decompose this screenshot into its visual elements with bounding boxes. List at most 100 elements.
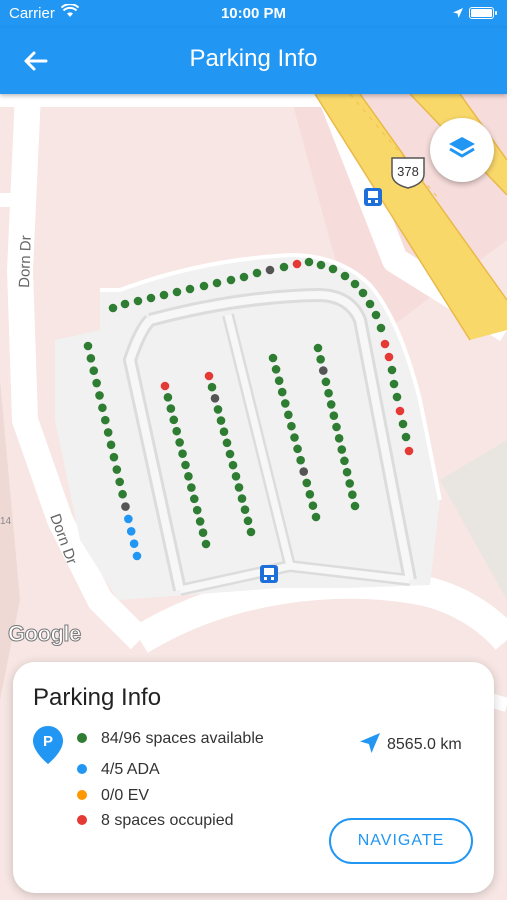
parking-spot xyxy=(129,539,139,548)
parking-spot xyxy=(392,392,402,402)
parking-spot xyxy=(280,399,290,408)
navigate-button[interactable]: NAVIGATE xyxy=(329,818,473,864)
parking-spot xyxy=(332,422,341,432)
parking-spot xyxy=(83,341,93,351)
parking-spot xyxy=(231,471,241,481)
parking-spot xyxy=(329,411,339,421)
parking-spot xyxy=(316,260,326,270)
parking-spot xyxy=(195,517,205,526)
parking-spot xyxy=(210,393,220,403)
parking-spot xyxy=(398,419,408,429)
parking-spot xyxy=(219,427,229,437)
parking-spot xyxy=(133,296,143,306)
parking-spot xyxy=(146,293,156,303)
parking-spot xyxy=(112,465,122,474)
parking-spot xyxy=(389,379,399,389)
parking-spot xyxy=(109,452,119,462)
parking-spot xyxy=(380,339,390,349)
parking-spot xyxy=(126,526,136,536)
parking-spot xyxy=(302,478,312,488)
parking-spot xyxy=(216,416,226,425)
parking-spot xyxy=(365,299,375,309)
parking-spot xyxy=(184,471,193,481)
location-arrow-icon xyxy=(452,6,464,23)
parking-spot xyxy=(316,354,325,364)
parking-spot xyxy=(108,303,118,313)
stat-occupied: 8 spaces occupied xyxy=(77,812,234,830)
parking-spot xyxy=(237,494,247,503)
parking-spot xyxy=(115,477,125,487)
parking-spot xyxy=(207,382,217,392)
occupied-dot-icon xyxy=(77,814,87,825)
battery-icon xyxy=(469,7,497,19)
parking-spot xyxy=(384,352,394,362)
parking-spot xyxy=(313,343,323,353)
card-title: Parking Info xyxy=(33,684,162,711)
parking-spot xyxy=(243,516,253,526)
parking-spot xyxy=(185,284,195,294)
parking-spot xyxy=(268,353,278,363)
status-time: 10:00 PM xyxy=(220,5,287,22)
stat-ada-text: 4/5 ADA xyxy=(101,761,160,778)
parking-spot xyxy=(279,262,289,272)
pin-letter: P xyxy=(43,733,53,750)
parking-spot xyxy=(204,371,214,381)
parking-spot xyxy=(246,527,256,537)
parking-spot xyxy=(86,354,96,363)
parking-spot xyxy=(337,445,347,454)
parking-spot xyxy=(175,438,184,447)
parking-spot xyxy=(169,415,179,425)
google-attribution: Google xyxy=(8,621,82,647)
parking-spot xyxy=(89,366,99,376)
parking-spot xyxy=(228,460,238,470)
parking-spot xyxy=(265,265,275,275)
parking-spot xyxy=(163,392,173,402)
edge-number-label: 14 xyxy=(0,516,12,527)
parking-pin-icon: P xyxy=(33,726,63,769)
navigation-arrow-icon xyxy=(360,733,380,753)
parking-spot xyxy=(271,365,281,374)
status-bar: Carrier 10:00 PM xyxy=(0,0,507,28)
parking-spot xyxy=(305,489,315,499)
bus-stop-icon-top xyxy=(364,188,382,206)
highway-shield-label: 378 xyxy=(397,164,419,179)
parking-spot xyxy=(121,502,130,511)
parking-spot xyxy=(199,281,209,291)
distance-value: 8565.0 km xyxy=(387,736,462,754)
parking-spot xyxy=(277,387,287,397)
parking-spot xyxy=(160,381,170,391)
parking-spot xyxy=(240,505,250,515)
stat-occupied-text: 8 spaces occupied xyxy=(101,812,234,829)
parking-spot xyxy=(324,388,333,398)
parking-spot xyxy=(290,433,299,442)
parking-spot xyxy=(308,501,318,510)
parking-spot xyxy=(328,264,338,274)
stat-available-text: 84/96 spaces available xyxy=(101,730,264,747)
parking-spot xyxy=(189,494,199,504)
parking-spot xyxy=(334,433,344,443)
parking-spot xyxy=(192,505,202,515)
parking-spot xyxy=(318,366,328,375)
parking-spot xyxy=(358,288,368,298)
parking-spot xyxy=(340,456,349,466)
parking-spot xyxy=(213,405,223,414)
parking-spot xyxy=(274,376,284,386)
parking-spot xyxy=(252,268,262,278)
parking-spot xyxy=(172,287,182,297)
ada-dot-icon xyxy=(77,763,87,774)
parking-spot xyxy=(350,279,360,289)
app-bar: Parking Info xyxy=(0,28,507,94)
parking-spot xyxy=(284,410,293,420)
stat-ev-text: 0/0 EV xyxy=(101,787,150,804)
parking-spot xyxy=(118,489,127,499)
parking-spot xyxy=(395,406,405,416)
parking-spot xyxy=(225,449,235,459)
map-layers-button[interactable] xyxy=(430,118,494,182)
parking-spot xyxy=(178,449,187,459)
parking-spot xyxy=(187,483,196,492)
parking-info-card: Parking Info P 84/96 spaces available 4/… xyxy=(13,662,494,893)
available-dot-icon xyxy=(77,732,87,743)
stat-ada: 4/5 ADA xyxy=(77,761,160,779)
parking-spot xyxy=(95,391,104,400)
distance: 8565.0 km xyxy=(359,733,462,756)
